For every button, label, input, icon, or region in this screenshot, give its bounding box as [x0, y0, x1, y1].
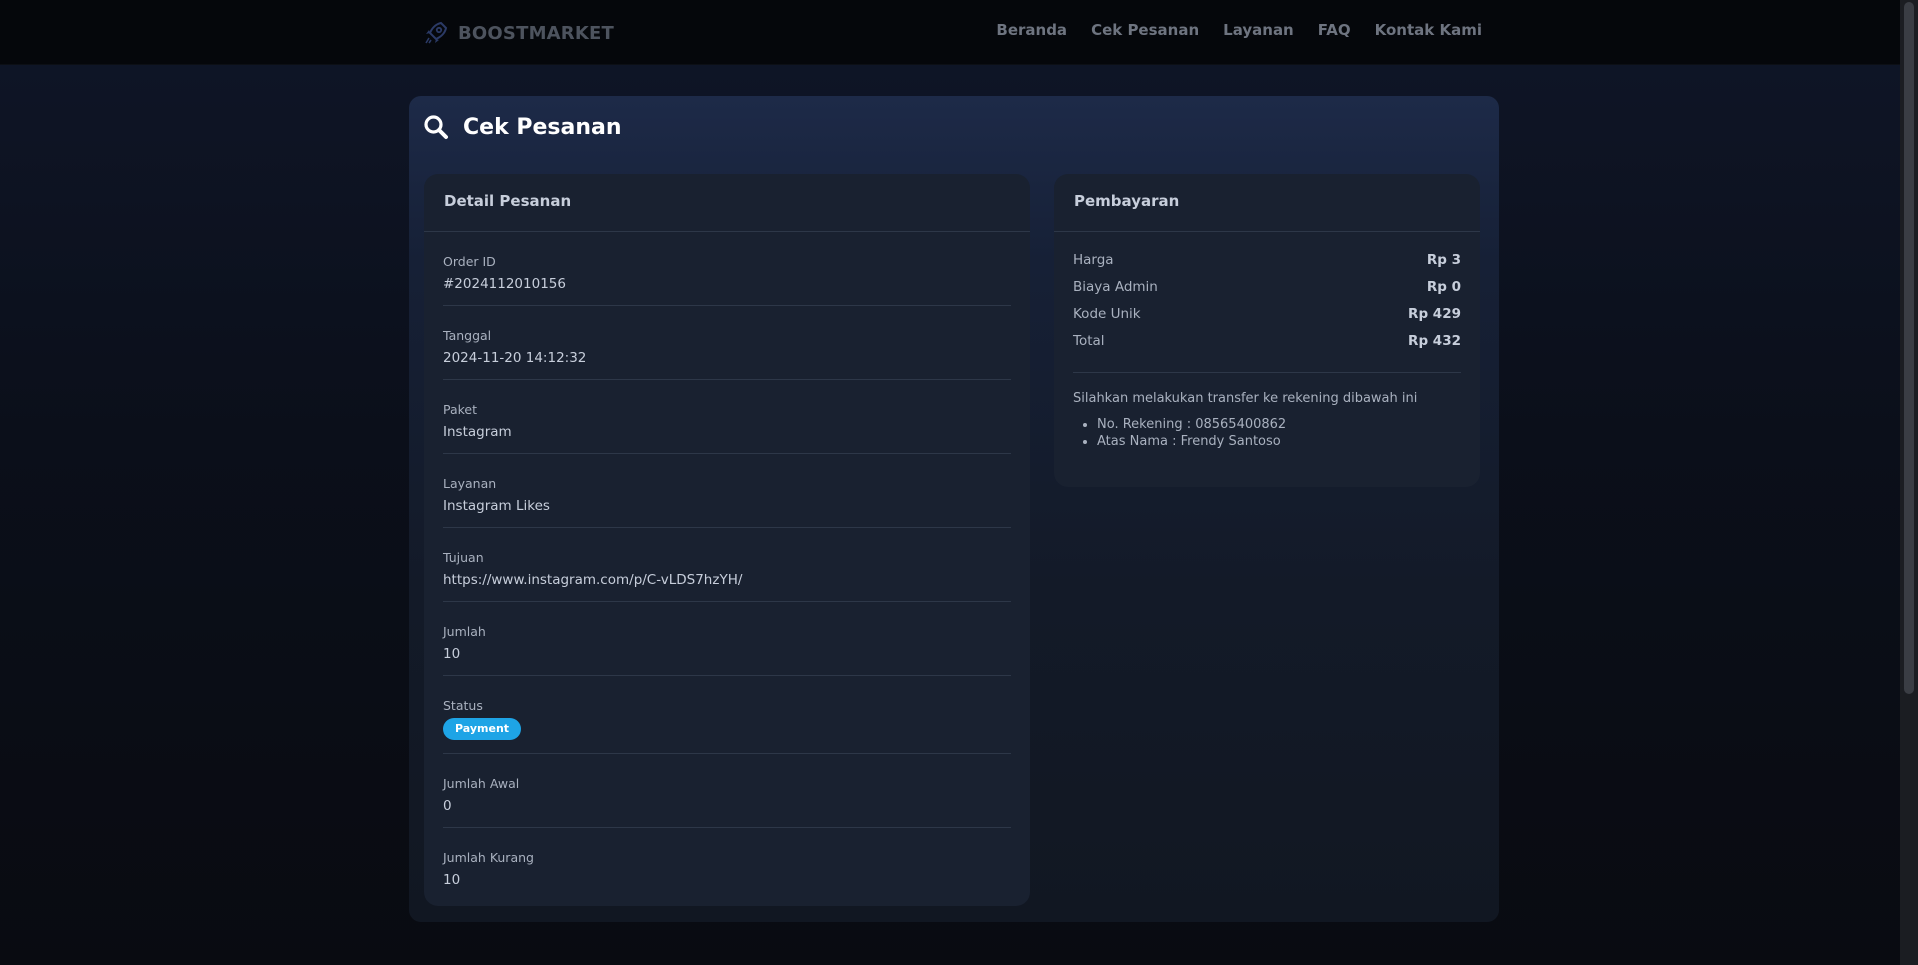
transfer-note: Silahkan melakukan transfer ke rekening … — [1073, 391, 1418, 406]
fee-label: Kode Unik — [1073, 306, 1141, 322]
detail-row-paket: Paket Instagram — [443, 380, 1011, 454]
account-info-list: No. Rekening : 08565400862 Atas Nama : F… — [1097, 417, 1286, 451]
payment-title: Pembayaran — [1054, 174, 1480, 232]
fee-row-kode-unik: Kode Unik Rp 429 — [1073, 306, 1461, 326]
fee-value: Rp 3 — [1426, 252, 1461, 268]
scrollbar-thumb[interactable] — [1904, 2, 1914, 694]
detail-row-order-id: Order ID #2024112010156 — [443, 232, 1011, 306]
detail-value: 2024-11-20 14:12:32 — [443, 350, 587, 366]
navbar: BOOSTMARKET Beranda Cek Pesanan Layanan … — [0, 0, 1900, 65]
detail-value: Instagram Likes — [443, 498, 550, 514]
detail-row-tanggal: Tanggal 2024-11-20 14:12:32 — [443, 306, 1011, 380]
detail-label: Jumlah Awal — [443, 776, 520, 791]
nav-link-kontak-kami[interactable]: Kontak Kami — [1375, 21, 1482, 39]
detail-label: Tanggal — [443, 328, 492, 343]
status-badge: Payment — [443, 718, 522, 740]
fee-row-biaya-admin: Biaya Admin Rp 0 — [1073, 279, 1461, 299]
detail-row-jumlah-kurang: Jumlah Kurang 10 — [443, 828, 1011, 902]
nav-link-beranda[interactable]: Beranda — [996, 21, 1067, 39]
nav-link-cek-pesanan[interactable]: Cek Pesanan — [1091, 21, 1199, 39]
fee-label: Harga — [1073, 252, 1114, 268]
order-detail-panel: Detail Pesanan Order ID #2024112010156 T… — [424, 174, 1030, 906]
account-number: No. Rekening : 08565400862 — [1097, 417, 1286, 432]
order-detail-title: Detail Pesanan — [424, 174, 1030, 232]
detail-value: https://www.instagram.com/p/C-vLDS7hzYH/ — [443, 572, 743, 588]
payment-divider — [1073, 372, 1461, 373]
page-scrollbar[interactable] — [1900, 0, 1918, 965]
detail-label: Tujuan — [443, 550, 484, 565]
detail-value: 10 — [443, 872, 461, 888]
detail-row-status: Status Payment — [443, 676, 1011, 754]
detail-value: #2024112010156 — [443, 276, 566, 292]
detail-value: 0 — [443, 798, 452, 814]
fee-label: Total — [1073, 333, 1105, 349]
card-header: Cek Pesanan — [423, 114, 622, 140]
detail-label: Order ID — [443, 254, 496, 269]
page-title: Cek Pesanan — [463, 114, 622, 140]
detail-label: Jumlah Kurang — [443, 850, 534, 865]
fee-row-total: Total Rp 432 — [1073, 333, 1461, 353]
fee-value: Rp 429 — [1408, 306, 1461, 322]
brand-name: BOOSTMARKET — [458, 22, 614, 44]
search-icon — [424, 115, 448, 139]
detail-row-jumlah: Jumlah 10 — [443, 602, 1011, 676]
account-name: Atas Nama : Frendy Santoso — [1097, 434, 1286, 449]
detail-row-jumlah-awal: Jumlah Awal 0 — [443, 754, 1011, 828]
brand-logo[interactable]: BOOSTMARKET — [422, 18, 614, 48]
fee-value: Rp 0 — [1426, 279, 1461, 295]
nav-menu: Beranda Cek Pesanan Layanan FAQ Kontak K… — [996, 21, 1482, 39]
detail-row-layanan: Layanan Instagram Likes — [443, 454, 1011, 528]
detail-value: Instagram — [443, 424, 512, 440]
order-check-card: Cek Pesanan Detail Pesanan Order ID #202… — [409, 96, 1499, 922]
detail-label: Status — [443, 698, 483, 713]
payment-panel: Pembayaran Harga Rp 3 Biaya Admin Rp 0 K… — [1054, 174, 1480, 487]
detail-value: 10 — [443, 646, 461, 662]
fee-value: Rp 432 — [1408, 333, 1461, 349]
fee-row-harga: Harga Rp 3 — [1073, 252, 1461, 272]
detail-label: Jumlah — [443, 624, 486, 639]
detail-row-tujuan: Tujuan https://www.instagram.com/p/C-vLD… — [443, 528, 1011, 602]
fee-label: Biaya Admin — [1073, 279, 1158, 295]
rocket-icon — [425, 21, 448, 44]
detail-label: Layanan — [443, 476, 497, 491]
nav-link-layanan[interactable]: Layanan — [1223, 21, 1294, 39]
detail-label: Paket — [443, 402, 478, 417]
nav-link-faq[interactable]: FAQ — [1318, 21, 1351, 39]
